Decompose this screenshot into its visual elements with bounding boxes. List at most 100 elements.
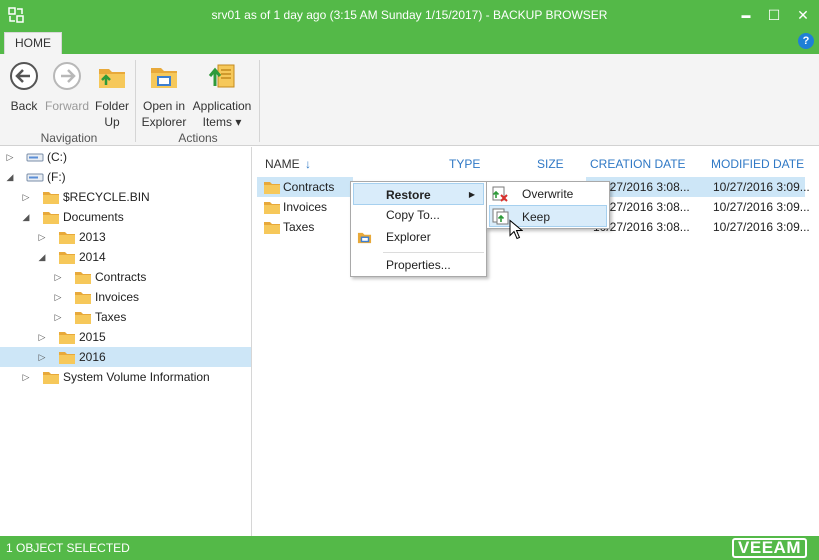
- folder-icon: [58, 249, 76, 265]
- minimize-button[interactable]: ▬: [736, 5, 756, 25]
- app-items-label-2: Items ▾: [202, 115, 242, 129]
- expand-chevron-icon[interactable]: ▷: [37, 232, 47, 242]
- help-icon: ?: [802, 35, 810, 47]
- title-bar: srv01 as of 1 day ago (3:15 AM Sunday 1/…: [0, 0, 819, 30]
- expand-chevron-icon[interactable]: ▷: [37, 352, 47, 362]
- tree-item-system-volume-information[interactable]: ▷ System Volume Information: [0, 367, 251, 387]
- menu-item-explorer[interactable]: Explorer: [353, 226, 484, 248]
- tree-item-2014[interactable]: ◢ 2014: [0, 247, 251, 267]
- maximize-button[interactable]: ☐: [764, 5, 784, 25]
- collapse-chevron-icon[interactable]: ◢: [37, 252, 47, 262]
- expand-chevron-icon[interactable]: ▷: [21, 372, 31, 382]
- tree-item-recycle-bin[interactable]: ▷ $RECYCLE.BIN: [0, 187, 251, 207]
- veeam-logo: VEEAM: [732, 538, 807, 558]
- tree-item-f-drive[interactable]: ◢ (F:): [0, 167, 251, 187]
- actions-group-label: Actions: [178, 131, 218, 145]
- app-items-label-1: Application: [192, 99, 252, 113]
- collapse-chevron-icon[interactable]: ◢: [5, 172, 15, 182]
- folder-icon: [42, 209, 60, 225]
- application-items-button[interactable]: Application Items ▾: [190, 60, 254, 130]
- sort-descending-icon: ↓: [305, 157, 312, 171]
- tree-item-label: 2016: [79, 350, 106, 364]
- ribbon-divider: [259, 60, 260, 142]
- status-bar: 1 OBJECT SELECTED VEEAM: [0, 536, 819, 560]
- tree-item-invoices[interactable]: ▷ Invoices: [0, 287, 251, 307]
- menu-item-label: Restore: [386, 188, 431, 202]
- folder-up-button[interactable]: Folder Up: [92, 60, 132, 130]
- expand-chevron-icon[interactable]: ▷: [21, 192, 31, 202]
- list-item-modified: 10/27/2016 3:09...: [713, 220, 810, 234]
- minimize-icon: ▬: [741, 10, 751, 20]
- expand-chevron-icon[interactable]: ▷: [5, 152, 15, 162]
- keep-icon: [492, 208, 509, 225]
- tree-item-2015[interactable]: ▷ 2015: [0, 327, 251, 347]
- tree-item-label: Contracts: [95, 270, 147, 284]
- tree-item-c-drive[interactable]: ▷ (C:): [0, 147, 251, 167]
- open-in-explorer-button[interactable]: Open in Explorer: [140, 60, 188, 130]
- overwrite-icon: [492, 186, 508, 202]
- menu-item-copy-to[interactable]: Copy To...: [353, 204, 484, 226]
- tree-item-2013[interactable]: ▷ 2013: [0, 227, 251, 247]
- maximize-icon: ☐: [767, 6, 781, 23]
- menu-item-label: Overwrite: [522, 187, 574, 201]
- ribbon: Back Forward Folder Up Navigation Open i…: [0, 54, 819, 146]
- column-header-type[interactable]: TYPE: [449, 157, 480, 171]
- folder-icon: [263, 219, 281, 235]
- expand-chevron-icon[interactable]: ▷: [53, 292, 63, 302]
- menu-item-label: Explorer: [386, 230, 431, 244]
- menu-item-overwrite[interactable]: Overwrite: [489, 183, 607, 205]
- column-header-size[interactable]: SIZE: [537, 157, 564, 171]
- open-explorer-label-2: Explorer: [141, 115, 187, 129]
- column-header-name[interactable]: NAME ↓: [265, 157, 311, 171]
- drive-icon: [26, 149, 44, 165]
- collapse-chevron-icon[interactable]: ◢: [21, 212, 31, 222]
- tree-item-2016[interactable]: ▷ 2016: [0, 347, 251, 367]
- menu-item-label: Keep: [522, 210, 551, 224]
- ribbon-tab-strip: HOME ?: [0, 30, 819, 54]
- folder-icon: [74, 309, 92, 325]
- explorer-folder-icon: [151, 68, 177, 88]
- expand-chevron-icon[interactable]: ▷: [53, 312, 63, 322]
- tree-item-label: Invoices: [95, 290, 140, 304]
- expand-chevron-icon[interactable]: ▷: [53, 272, 63, 282]
- folder-tree: ▷ (C:) ◢ (F:) ▷ $RECYCLE.BIN ◢ Documents…: [0, 147, 252, 536]
- folder-icon: [58, 229, 76, 245]
- tree-item-label: (F:): [47, 170, 66, 184]
- forward-arrow-icon: [53, 62, 81, 90]
- close-button[interactable]: ✕: [793, 5, 813, 25]
- expand-chevron-icon[interactable]: ▷: [37, 332, 47, 342]
- tree-item-taxes[interactable]: ▷ Taxes: [0, 307, 251, 327]
- tree-item-label: 2015: [79, 330, 106, 344]
- folder-icon: [42, 369, 60, 385]
- tree-item-contracts[interactable]: ▷ Contracts: [0, 267, 251, 287]
- folder-icon: [58, 349, 76, 365]
- folder-icon: [263, 179, 281, 195]
- close-icon: ✕: [797, 6, 809, 23]
- tree-item-label: $RECYCLE.BIN: [63, 190, 150, 204]
- back-button[interactable]: Back: [6, 60, 42, 114]
- help-button[interactable]: ?: [798, 33, 814, 49]
- navigation-group-label: Navigation: [40, 131, 98, 145]
- ribbon-divider: [135, 60, 136, 142]
- mouse-cursor-icon: [509, 219, 523, 240]
- list-item-name: Taxes: [283, 220, 315, 234]
- restore-submenu: Overwrite Keep: [486, 181, 610, 229]
- menu-item-keep[interactable]: Keep: [489, 205, 607, 227]
- tree-item-label: 2014: [79, 250, 106, 264]
- folder-icon: [74, 289, 92, 305]
- tab-home[interactable]: HOME: [4, 32, 62, 54]
- status-text: 1 OBJECT SELECTED: [6, 541, 130, 555]
- folder-up-icon: [99, 69, 125, 88]
- tree-item-label: (C:): [47, 150, 67, 164]
- tree-item-label: 2013: [79, 230, 106, 244]
- menu-item-properties[interactable]: Properties...: [353, 254, 484, 276]
- tree-item-label: Documents: [63, 210, 124, 224]
- tree-item-label: Taxes: [95, 310, 127, 324]
- column-header-modified-date[interactable]: MODIFIED DATE: [711, 157, 804, 171]
- folder-icon: [74, 269, 92, 285]
- list-item-modified: 10/27/2016 3:09...: [713, 180, 810, 194]
- column-header-creation-date[interactable]: CREATION DATE: [590, 157, 686, 171]
- menu-item-restore[interactable]: Restore ▶: [353, 183, 484, 205]
- forward-button[interactable]: Forward: [44, 60, 90, 114]
- tree-item-documents[interactable]: ◢ Documents: [0, 207, 251, 227]
